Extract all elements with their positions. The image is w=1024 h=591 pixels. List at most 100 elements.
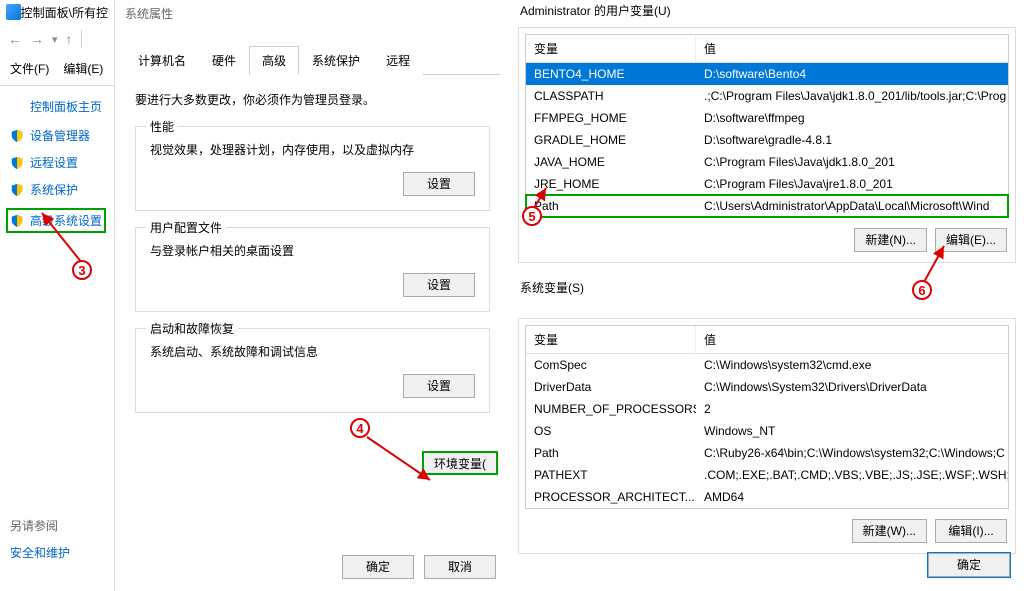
sys-vars-table[interactable]: 变量 值 ComSpecC:\Windows\system32\cmd.exe … bbox=[525, 325, 1009, 509]
profile-settings-button[interactable]: 设置 bbox=[403, 273, 475, 297]
admin-note: 要进行大多数更改，你必须作为管理员登录。 bbox=[135, 91, 490, 108]
table-row[interactable]: ComSpecC:\Windows\system32\cmd.exe bbox=[526, 354, 1008, 376]
cell-val: 2 bbox=[696, 400, 1008, 418]
user-vars-table[interactable]: 变量 值 BENTO4_HOME D:\software\Bento4 CLAS… bbox=[525, 34, 1009, 218]
sidebar-item-label: 设备管理器 bbox=[30, 127, 90, 144]
table-row[interactable]: PathC:\Ruby26-x64\bin;C:\Windows\system3… bbox=[526, 442, 1008, 464]
shield-icon bbox=[10, 214, 24, 228]
sidebar-home[interactable]: 控制面板主页 bbox=[10, 98, 104, 115]
cell-var: Path bbox=[526, 444, 696, 462]
control-panel-sidebar: 控制面板\所有控 ← → ▾ ↑ 文件(F) 编辑(E) 控制面板主页 设备管理… bbox=[0, 0, 115, 591]
table-row[interactable]: PROCESSOR_ARCHITECT...AMD64 bbox=[526, 486, 1008, 508]
performance-group: 性能 视觉效果，处理器计划，内存使用，以及虚拟内存 设置 bbox=[135, 126, 490, 211]
back-arrow-icon[interactable]: ← bbox=[8, 31, 22, 47]
divider bbox=[0, 85, 114, 86]
table-row[interactable]: PATHEXT.COM;.EXE;.BAT;.CMD;.VBS;.VBE;.JS… bbox=[526, 464, 1008, 486]
see-also: 另请参阅 安全和维护 bbox=[10, 517, 70, 571]
user-vars-title: Administrator 的用户变量(U) bbox=[510, 0, 1024, 23]
cell-val: C:\Ruby26-x64\bin;C:\Windows\system32;C:… bbox=[696, 444, 1008, 462]
table-row[interactable]: CLASSPATH .;C:\Program Files\Java\jdk1.8… bbox=[526, 85, 1008, 107]
sidebar-item-advanced[interactable]: 高级系统设置 bbox=[6, 208, 106, 233]
table-header: 变量 值 bbox=[526, 35, 1008, 63]
marker-3: 3 bbox=[72, 260, 92, 280]
col-variable[interactable]: 变量 bbox=[526, 35, 696, 62]
sidebar-item-label: 系统保护 bbox=[30, 181, 78, 198]
performance-settings-button[interactable]: 设置 bbox=[403, 172, 475, 196]
table-header: 变量 值 bbox=[526, 326, 1008, 354]
dropdown-icon[interactable]: ▾ bbox=[52, 33, 58, 46]
table-row[interactable]: DriverDataC:\Windows\System32\Drivers\Dr… bbox=[526, 376, 1008, 398]
cell-val: .;C:\Program Files\Java\jdk1.8.0_201/lib… bbox=[696, 87, 1008, 105]
tab-protection[interactable]: 系统保护 bbox=[299, 46, 373, 75]
environment-variables-button[interactable]: 环境变量( bbox=[422, 451, 498, 475]
sidebar-item-protection[interactable]: 系统保护 bbox=[10, 181, 104, 198]
new-user-var-button[interactable]: 新建(N)... bbox=[854, 228, 927, 252]
user-vars-frame: 变量 值 BENTO4_HOME D:\software\Bento4 CLAS… bbox=[518, 27, 1016, 263]
sys-vars-frame: 变量 值 ComSpecC:\Windows\system32\cmd.exe … bbox=[518, 318, 1016, 554]
cell-var: OS bbox=[526, 422, 696, 440]
dialog-title: 系统属性 bbox=[115, 0, 510, 27]
cell-val: D:\software\Bento4 bbox=[696, 65, 1008, 83]
sidebar-item-label: 高级系统设置 bbox=[30, 212, 102, 229]
control-panel-icon bbox=[6, 4, 21, 20]
table-row[interactable]: JRE_HOME C:\Program Files\Java\jre1.8.0_… bbox=[526, 173, 1008, 195]
cell-val: D:\software\gradle-4.8.1 bbox=[696, 131, 1008, 149]
ok-button[interactable]: 确定 bbox=[928, 553, 1010, 577]
group-title: 性能 bbox=[146, 118, 178, 135]
user-profile-group: 用户配置文件 与登录帐户相关的桌面设置 设置 bbox=[135, 227, 490, 312]
menu-bar: 文件(F) 编辑(E) bbox=[0, 54, 114, 83]
cell-var: JAVA_HOME bbox=[526, 153, 696, 171]
table-row[interactable]: JAVA_HOME C:\Program Files\Java\jdk1.8.0… bbox=[526, 151, 1008, 173]
sidebar-item-label: 远程设置 bbox=[30, 154, 78, 171]
cell-var: NUMBER_OF_PROCESSORS bbox=[526, 400, 696, 418]
tab-computer-name[interactable]: 计算机名 bbox=[125, 46, 199, 75]
table-row[interactable]: OSWindows_NT bbox=[526, 420, 1008, 442]
sys-var-buttons: 新建(W)... 编辑(I)... bbox=[519, 517, 1015, 553]
see-also-title: 另请参阅 bbox=[10, 517, 70, 534]
shield-icon bbox=[10, 156, 24, 170]
group-title: 启动和故障恢复 bbox=[146, 320, 238, 337]
table-row[interactable]: GRADLE_HOME D:\software\gradle-4.8.1 bbox=[526, 129, 1008, 151]
security-maintenance-link[interactable]: 安全和维护 bbox=[10, 544, 70, 561]
cell-val: D:\software\ffmpeg bbox=[696, 109, 1008, 127]
tab-hardware[interactable]: 硬件 bbox=[199, 46, 249, 75]
up-arrow-icon[interactable]: ↑ bbox=[66, 31, 73, 47]
col-value[interactable]: 值 bbox=[696, 35, 1008, 62]
edit-sys-var-button[interactable]: 编辑(I)... bbox=[935, 519, 1007, 543]
dialog-buttons: 确定 取消 bbox=[342, 555, 496, 579]
cell-val: C:\Program Files\Java\jdk1.8.0_201 bbox=[696, 153, 1008, 171]
cell-var: Path bbox=[526, 197, 696, 215]
new-sys-var-button[interactable]: 新建(W)... bbox=[852, 519, 927, 543]
sidebar-item-device-manager[interactable]: 设备管理器 bbox=[10, 127, 104, 144]
table-row-path[interactable]: Path C:\Users\Administrator\AppData\Loca… bbox=[526, 195, 1008, 217]
ok-button[interactable]: 确定 bbox=[342, 555, 414, 579]
cancel-button[interactable]: 取消 bbox=[424, 555, 496, 579]
cell-val: .COM;.EXE;.BAT;.CMD;.VBS;.VBE;.JS;.JSE;.… bbox=[696, 466, 1008, 484]
divider bbox=[81, 30, 82, 48]
table-row[interactable]: BENTO4_HOME D:\software\Bento4 bbox=[526, 63, 1008, 85]
startup-group: 启动和故障恢复 系统启动、系统故障和调试信息 设置 bbox=[135, 328, 490, 413]
tab-advanced[interactable]: 高级 bbox=[249, 46, 299, 75]
cell-var: JRE_HOME bbox=[526, 175, 696, 193]
menu-edit[interactable]: 编辑(E) bbox=[63, 60, 103, 77]
shield-icon bbox=[10, 129, 24, 143]
group-text: 与登录帐户相关的桌面设置 bbox=[150, 242, 475, 259]
tab-remote[interactable]: 远程 bbox=[373, 46, 423, 75]
env-dialog-buttons: 确定 bbox=[928, 553, 1010, 577]
system-properties-dialog: 系统属性 计算机名 硬件 高级 系统保护 远程 要进行大多数更改，你必须作为管理… bbox=[115, 0, 510, 591]
col-variable[interactable]: 变量 bbox=[526, 326, 696, 353]
cell-var: CLASSPATH bbox=[526, 87, 696, 105]
sidebar-item-remote[interactable]: 远程设置 bbox=[10, 154, 104, 171]
edit-user-var-button[interactable]: 编辑(E)... bbox=[935, 228, 1007, 252]
forward-arrow-icon[interactable]: → bbox=[30, 31, 44, 47]
nav-row: ← → ▾ ↑ bbox=[0, 24, 114, 54]
table-row[interactable]: FFMPEG_HOME D:\software\ffmpeg bbox=[526, 107, 1008, 129]
shield-icon bbox=[10, 183, 24, 197]
menu-file[interactable]: 文件(F) bbox=[10, 60, 49, 77]
marker-6: 6 bbox=[912, 280, 932, 300]
cell-var: ComSpec bbox=[526, 356, 696, 374]
group-title: 用户配置文件 bbox=[146, 219, 226, 236]
col-value[interactable]: 值 bbox=[696, 326, 1008, 353]
startup-settings-button[interactable]: 设置 bbox=[403, 374, 475, 398]
table-row[interactable]: NUMBER_OF_PROCESSORS2 bbox=[526, 398, 1008, 420]
